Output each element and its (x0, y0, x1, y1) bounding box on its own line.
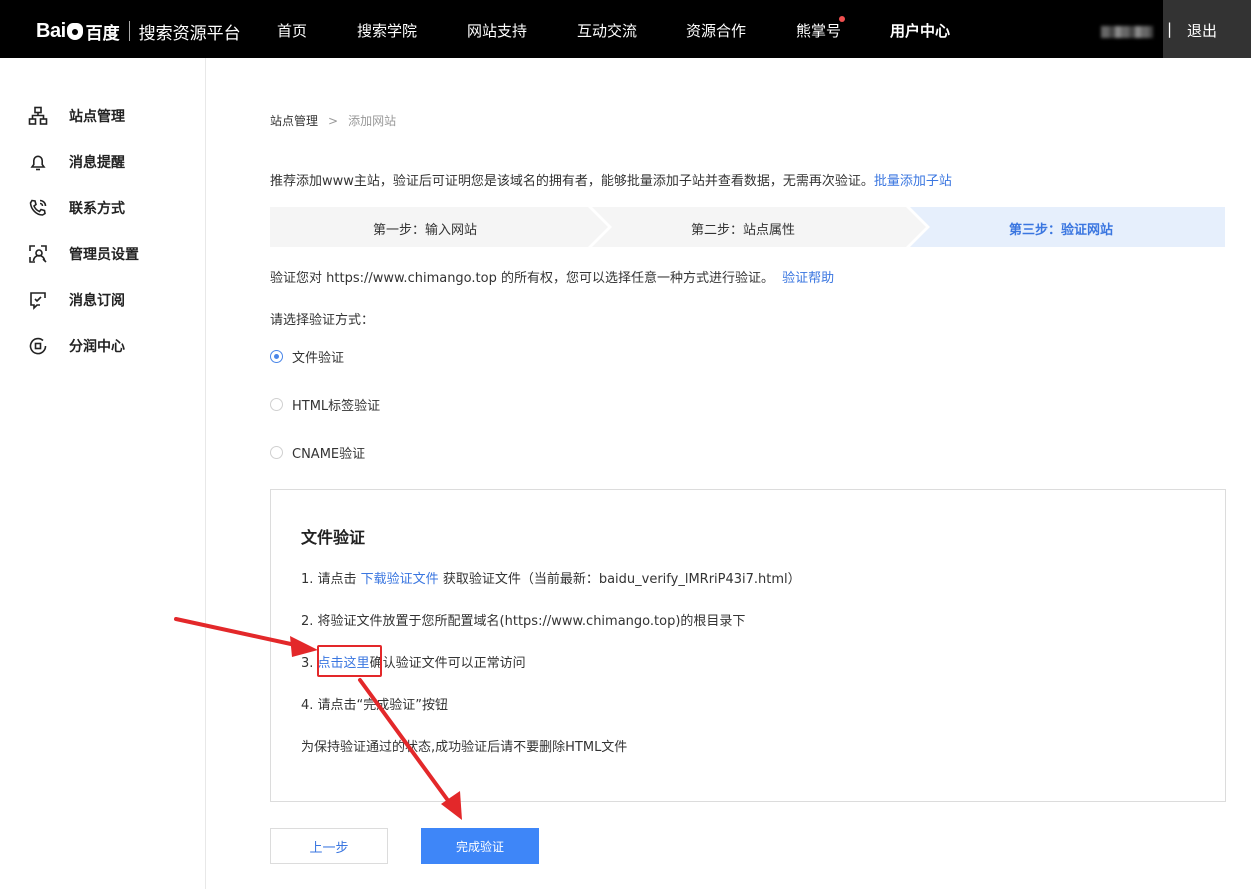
logout-link[interactable]: 退出 (1187, 20, 1217, 41)
verify-description: 验证您对 https://www.chimango.top 的所有权，您可以选择… (270, 267, 834, 286)
method-file[interactable]: 文件验证 (270, 347, 344, 366)
sidebar-item-subscription[interactable]: 消息订阅 (28, 290, 125, 310)
instruction-3-post: 确认验证文件可以正常访问 (369, 656, 526, 671)
radio-file[interactable] (270, 350, 283, 363)
sidebar-item-contact[interactable]: 联系方式 (28, 198, 125, 218)
nav-cooperation[interactable]: 资源合作 (686, 20, 746, 41)
annotation-highlight-box (317, 645, 382, 677)
method-label: 文件验证 (292, 351, 345, 366)
sidebar-item-label: 消息提醒 (69, 155, 125, 171)
sidebar-item-revenue[interactable]: 分润中心 (28, 336, 125, 356)
step-1: 第一步：输入网站 (373, 223, 478, 238)
bell-icon (30, 155, 46, 171)
sidebar-item-site-management[interactable]: 站点管理 (28, 106, 125, 126)
nav-user-center[interactable]: 用户中心 (890, 20, 950, 41)
nav-community[interactable]: 互动交流 (577, 20, 637, 41)
logout-separator: | (1167, 20, 1173, 38)
previous-step-button[interactable]: 上一步 (270, 828, 388, 864)
logo-divider (128, 21, 130, 41)
sidebar-item-label: 站点管理 (69, 109, 125, 125)
admin-icon (29, 245, 47, 263)
batch-add-subsite-link[interactable]: 批量添加子站 (874, 174, 952, 189)
tip-body: 推荐添加www主站，验证后可证明您是该域名的拥有者，能够批量添加子站并查看数据，… (270, 174, 874, 189)
nav-home[interactable]: 首页 (277, 20, 307, 41)
sidebar-item-label: 分润中心 (69, 339, 125, 355)
radio-cname[interactable] (270, 446, 283, 459)
subscribe-icon (30, 292, 46, 310)
method-label: HTML标签验证 (292, 399, 381, 414)
sitemap-icon (28, 106, 48, 125)
instruction-3-pre: 3. (301, 656, 318, 671)
sidebar (0, 58, 206, 889)
method-cname[interactable]: CNAME验证 (270, 443, 365, 462)
breadcrumb-root[interactable]: 站点管理 (270, 112, 318, 129)
instruction-1: 1. 请点击 下载验证文件 获取验证文件（当前最新：baidu_verify_l… (301, 568, 801, 587)
sidebar-item-admin-settings[interactable]: 管理员设置 (28, 244, 139, 264)
sidebar-item-label: 消息订阅 (69, 293, 125, 309)
method-html-tag[interactable]: HTML标签验证 (270, 395, 380, 414)
logo-cn-text: 百度 (85, 23, 120, 44)
nav-xiongzhang[interactable]: 熊掌号 (796, 20, 841, 41)
breadcrumb-separator: > (328, 113, 339, 128)
step-indicator: 第一步：输入网站 第二步：站点属性 第三步：验证网站 (270, 207, 1225, 247)
instruction-2: 2. 将验证文件放置于您所配置域名(https://www.chimango.t… (301, 614, 746, 629)
paw-icon (66, 22, 83, 40)
verify-help-link[interactable]: 验证帮助 (782, 271, 834, 286)
username-blurred[interactable] (1101, 26, 1153, 38)
nav-academy[interactable]: 搜索学院 (357, 20, 417, 41)
tip-text: 推荐添加www主站，验证后可证明您是该域名的拥有者，能够批量添加子站并查看数据，… (270, 170, 952, 189)
instruction-1-post: 获取验证文件（当前最新：baidu_verify_lMRriP43i7.html… (438, 572, 801, 587)
keep-file-note: 为保持验证通过的状态,成功验证后请不要删除HTML文件 (301, 740, 628, 755)
panel-title: 文件验证 (301, 528, 366, 547)
platform-name: 搜索资源平台 (138, 23, 241, 44)
baidu-logo[interactable]: Bai 百度 搜索资源平台 (36, 16, 241, 46)
download-verify-file-link[interactable]: 下载验证文件 (361, 572, 439, 587)
instruction-1-pre: 1. 请点击 (301, 572, 361, 587)
breadcrumb: 站点管理 > 添加网站 (270, 112, 396, 129)
complete-verify-button[interactable]: 完成验证 (421, 828, 539, 864)
sidebar-item-label: 管理员设置 (69, 247, 139, 263)
revenue-icon (29, 337, 47, 355)
verify-text: 验证您对 https://www.chimango.top 的所有权，您可以选择… (270, 271, 774, 286)
instruction-4: 4. 请点击“完成验证”按钮 (301, 698, 449, 713)
phone-icon (29, 199, 47, 216)
step-2: 第二步：站点属性 (691, 223, 796, 238)
choose-method-label: 请选择验证方式： (270, 313, 375, 328)
notification-dot (839, 16, 845, 22)
breadcrumb-current: 添加网站 (348, 114, 397, 128)
sidebar-item-label: 联系方式 (69, 201, 125, 217)
top-navbar: Bai 百度 搜索资源平台 首页 搜索学院 网站支持 互动交流 资源合作 熊掌号… (0, 0, 1251, 58)
logo-wordmark: Bai (36, 19, 66, 42)
step-3: 第三步：验证网站 (1009, 223, 1114, 238)
nav-site-support[interactable]: 网站支持 (467, 20, 527, 41)
method-label: CNAME验证 (292, 447, 366, 462)
sidebar-item-notifications[interactable]: 消息提醒 (28, 152, 125, 172)
radio-html-tag[interactable] (270, 398, 283, 411)
file-verify-panel: 文件验证 1. 请点击 下载验证文件 获取验证文件（当前最新：baidu_ver… (270, 489, 1226, 802)
